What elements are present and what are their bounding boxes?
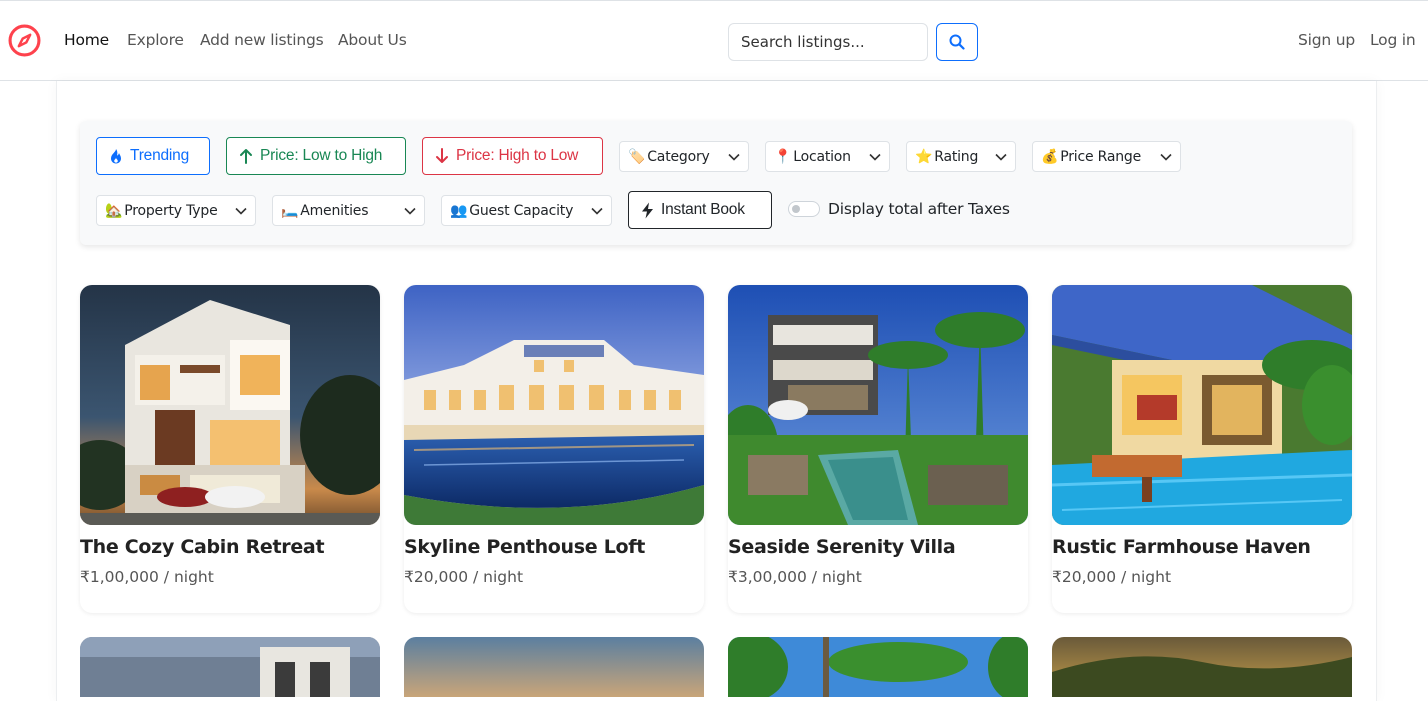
tax-toggle-label: Display total after Taxes <box>828 200 1010 218</box>
guest-capacity-dropdown[interactable]: 👥 Guest Capacity <box>441 195 612 226</box>
toggle-knob <box>792 205 800 213</box>
search-button[interactable] <box>936 23 978 61</box>
chevron-down-icon <box>995 153 1007 161</box>
chevron-down-icon <box>235 207 247 215</box>
pin-emoji-icon: 📍 <box>774 148 792 165</box>
bed-emoji-icon: 🛏️ <box>281 202 299 219</box>
price-range-dropdown[interactable]: 💰 Price Range <box>1032 141 1181 172</box>
listing-image[interactable] <box>80 285 380 525</box>
price-high-low-button[interactable]: Price: High to Low <box>422 137 603 175</box>
listing-title[interactable]: Skyline Penthouse Loft <box>404 536 645 558</box>
house-emoji-icon: 🏡 <box>105 202 123 219</box>
rating-dropdown[interactable]: ⭐ Rating <box>906 141 1016 172</box>
nav-about-link[interactable]: About Us <box>338 31 407 49</box>
rating-label: Rating <box>934 148 979 165</box>
people-emoji-icon: 👥 <box>450 202 468 219</box>
tag-emoji-icon: 🏷️ <box>628 148 646 165</box>
lightning-icon <box>642 202 653 218</box>
price-low-high-button[interactable]: Price: Low to High <box>226 137 406 175</box>
listing-image[interactable] <box>728 285 1028 525</box>
listing-card[interactable]: Rustic Farmhouse Haven ₹20,000 / night <box>1052 285 1352 613</box>
price-high-low-label: Price: High to Low <box>456 147 579 164</box>
price-range-label: Price Range <box>1060 148 1142 165</box>
tax-toggle-switch[interactable] <box>788 201 820 217</box>
instant-book-label: Instant Book <box>661 201 745 218</box>
chevron-down-icon <box>404 207 416 215</box>
listing-title[interactable]: Rustic Farmhouse Haven <box>1052 536 1311 558</box>
listing-image[interactable] <box>404 637 704 697</box>
chevron-down-icon <box>1160 153 1172 161</box>
amenities-dropdown[interactable]: 🛏️ Amenities <box>272 195 425 226</box>
chevron-down-icon <box>728 153 740 161</box>
listing-image[interactable] <box>728 637 1028 697</box>
money-bag-emoji-icon: 💰 <box>1041 148 1059 165</box>
arrow-up-icon <box>240 149 252 164</box>
compass-logo-icon[interactable] <box>8 24 41 57</box>
trending-label: Trending <box>130 147 189 164</box>
category-dropdown[interactable]: 🏷️ Category <box>619 141 749 172</box>
listing-price: ₹20,000 / night <box>1052 568 1172 586</box>
listing-image[interactable] <box>1052 637 1352 697</box>
category-label: Category <box>647 148 710 165</box>
nav-home-link[interactable]: Home <box>64 31 109 49</box>
chevron-down-icon <box>869 153 881 161</box>
search-icon <box>949 34 965 50</box>
nav-add-listing-link[interactable]: Add new listings <box>200 31 324 49</box>
instant-book-button[interactable]: Instant Book <box>628 191 772 229</box>
listing-price: ₹1,00,000 / night <box>80 568 214 586</box>
star-emoji-icon: ⭐ <box>915 148 933 165</box>
listing-title[interactable]: The Cozy Cabin Retreat <box>80 536 325 558</box>
listing-price: ₹20,000 / night <box>404 568 524 586</box>
price-low-high-label: Price: Low to High <box>260 147 383 164</box>
location-dropdown[interactable]: 📍 Location <box>765 141 890 172</box>
listing-card[interactable]: The Cozy Cabin Retreat ₹1,00,000 / night <box>80 285 380 613</box>
property-type-dropdown[interactable]: 🏡 Property Type <box>96 195 256 226</box>
guest-capacity-label: Guest Capacity <box>469 202 574 219</box>
arrow-down-icon <box>436 148 448 163</box>
listing-card[interactable]: Skyline Penthouse Loft ₹20,000 / night <box>404 285 704 613</box>
signup-link[interactable]: Sign up <box>1298 31 1355 49</box>
location-label: Location <box>793 148 851 165</box>
listing-card[interactable]: Seaside Serenity Villa ₹3,00,000 / night <box>728 285 1028 613</box>
listing-price: ₹3,00,000 / night <box>728 568 862 586</box>
trending-button[interactable]: Trending <box>96 137 210 175</box>
listing-image[interactable] <box>80 637 380 697</box>
listing-image[interactable] <box>404 285 704 525</box>
search-input[interactable] <box>728 23 928 61</box>
login-link[interactable]: Log in <box>1370 31 1416 49</box>
navbar: Home Explore Add new listings About Us S… <box>0 0 1428 81</box>
listing-title[interactable]: Seaside Serenity Villa <box>728 536 956 558</box>
listing-image[interactable] <box>1052 285 1352 525</box>
amenities-label: Amenities <box>300 202 369 219</box>
nav-explore-link[interactable]: Explore <box>127 31 184 49</box>
chevron-down-icon <box>591 207 603 215</box>
fire-icon <box>111 149 121 164</box>
property-type-label: Property Type <box>124 202 218 219</box>
